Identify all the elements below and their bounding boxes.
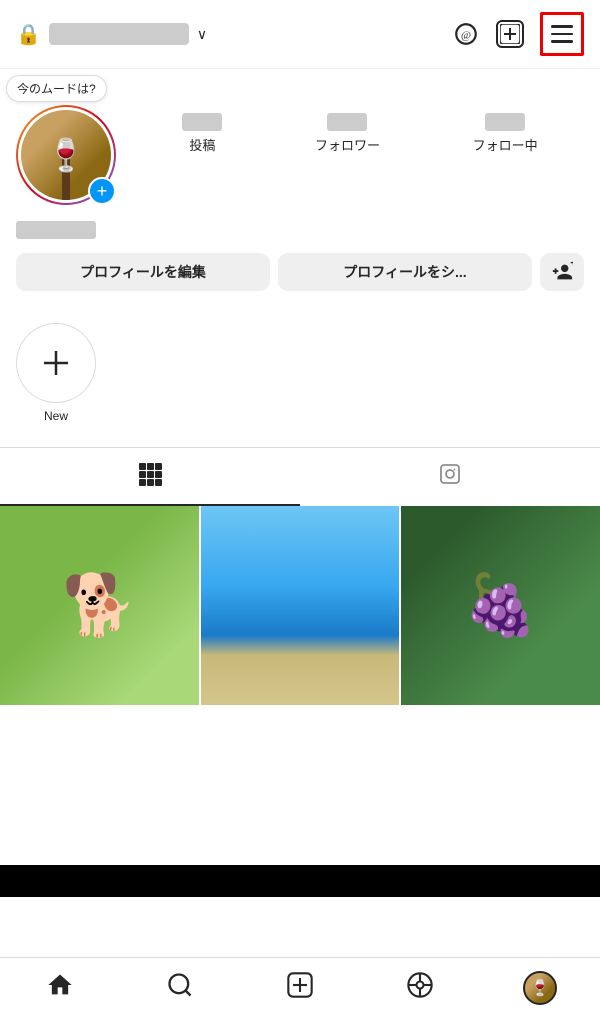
threads-icon[interactable]: @ [452, 20, 480, 48]
menu-line-2 [551, 33, 573, 36]
add-icon [286, 971, 314, 1006]
new-story-label: New [44, 409, 68, 423]
mood-bubble[interactable]: 今のムードは? [6, 75, 107, 102]
content-tabs [0, 447, 600, 506]
followers-stat[interactable]: フォロワー [315, 113, 380, 154]
chevron-down-icon[interactable]: ∨ [197, 26, 207, 43]
posts-stat: 投稿 [182, 113, 222, 154]
profile-avatar-icon: 🍷 [523, 971, 557, 1005]
posts-count-blur [182, 113, 222, 131]
avatar-container: 今のムードは? + [16, 85, 116, 205]
username-blur [49, 23, 189, 45]
menu-line-1 [551, 25, 573, 28]
nav-add[interactable] [275, 968, 325, 1008]
nav-reels[interactable] [395, 968, 445, 1008]
hamburger-menu-icon[interactable] [540, 12, 584, 56]
new-story-button[interactable] [16, 323, 96, 403]
new-story: New [16, 323, 96, 423]
bottom-nav: 🍷 [0, 957, 600, 1024]
top-bar: 🔒 ∨ @ [0, 0, 600, 69]
share-profile-button[interactable]: プロフィールをシ... [278, 253, 532, 291]
add-post-icon[interactable] [496, 20, 524, 48]
top-bar-left: 🔒 ∨ [16, 22, 207, 47]
grid-item-sea[interactable] [201, 506, 400, 705]
nav-search[interactable] [155, 968, 205, 1008]
followers-label: フォロワー [315, 135, 380, 154]
nav-home[interactable] [35, 968, 85, 1008]
following-label: フォロー中 [473, 135, 538, 154]
tab-tagged[interactable] [300, 448, 600, 506]
add-story-button[interactable]: + [88, 177, 116, 205]
following-count-blur [485, 113, 525, 131]
home-icon [46, 971, 74, 1006]
nav-profile[interactable]: 🍷 [515, 968, 565, 1008]
search-icon [166, 971, 194, 1006]
sea-visual [201, 506, 400, 705]
story-highlights: New [0, 315, 600, 447]
grid-item-dog[interactable] [0, 506, 199, 705]
edit-profile-button[interactable]: プロフィールを編集 [16, 253, 270, 291]
grid-icon [138, 462, 162, 492]
grid-item-grape[interactable] [401, 506, 600, 705]
black-bar [0, 865, 600, 897]
svg-text:+: + [570, 261, 573, 270]
tagged-icon [438, 462, 462, 492]
photo-grid [0, 506, 600, 705]
profile-header: 今のムードは? + 投稿 フォロワー フォロー中 [16, 85, 584, 205]
svg-text:@: @ [461, 29, 471, 41]
menu-line-3 [551, 40, 573, 43]
display-name-blur [16, 221, 96, 239]
tab-grid[interactable] [0, 448, 300, 506]
profile-stats: 投稿 フォロワー フォロー中 [136, 113, 584, 154]
profile-section: 今のムードは? + 投稿 フォロワー フォロー中 プロフ [0, 69, 600, 291]
posts-label: 投稿 [189, 135, 215, 154]
following-stat[interactable]: フォロー中 [473, 113, 538, 154]
add-friend-button[interactable]: + [540, 253, 584, 291]
action-buttons: プロフィールを編集 プロフィールをシ... + [16, 253, 584, 291]
top-bar-right: @ [452, 12, 584, 56]
lock-icon: 🔒 [16, 22, 41, 47]
followers-count-blur [327, 113, 367, 131]
reels-icon [406, 971, 434, 1006]
